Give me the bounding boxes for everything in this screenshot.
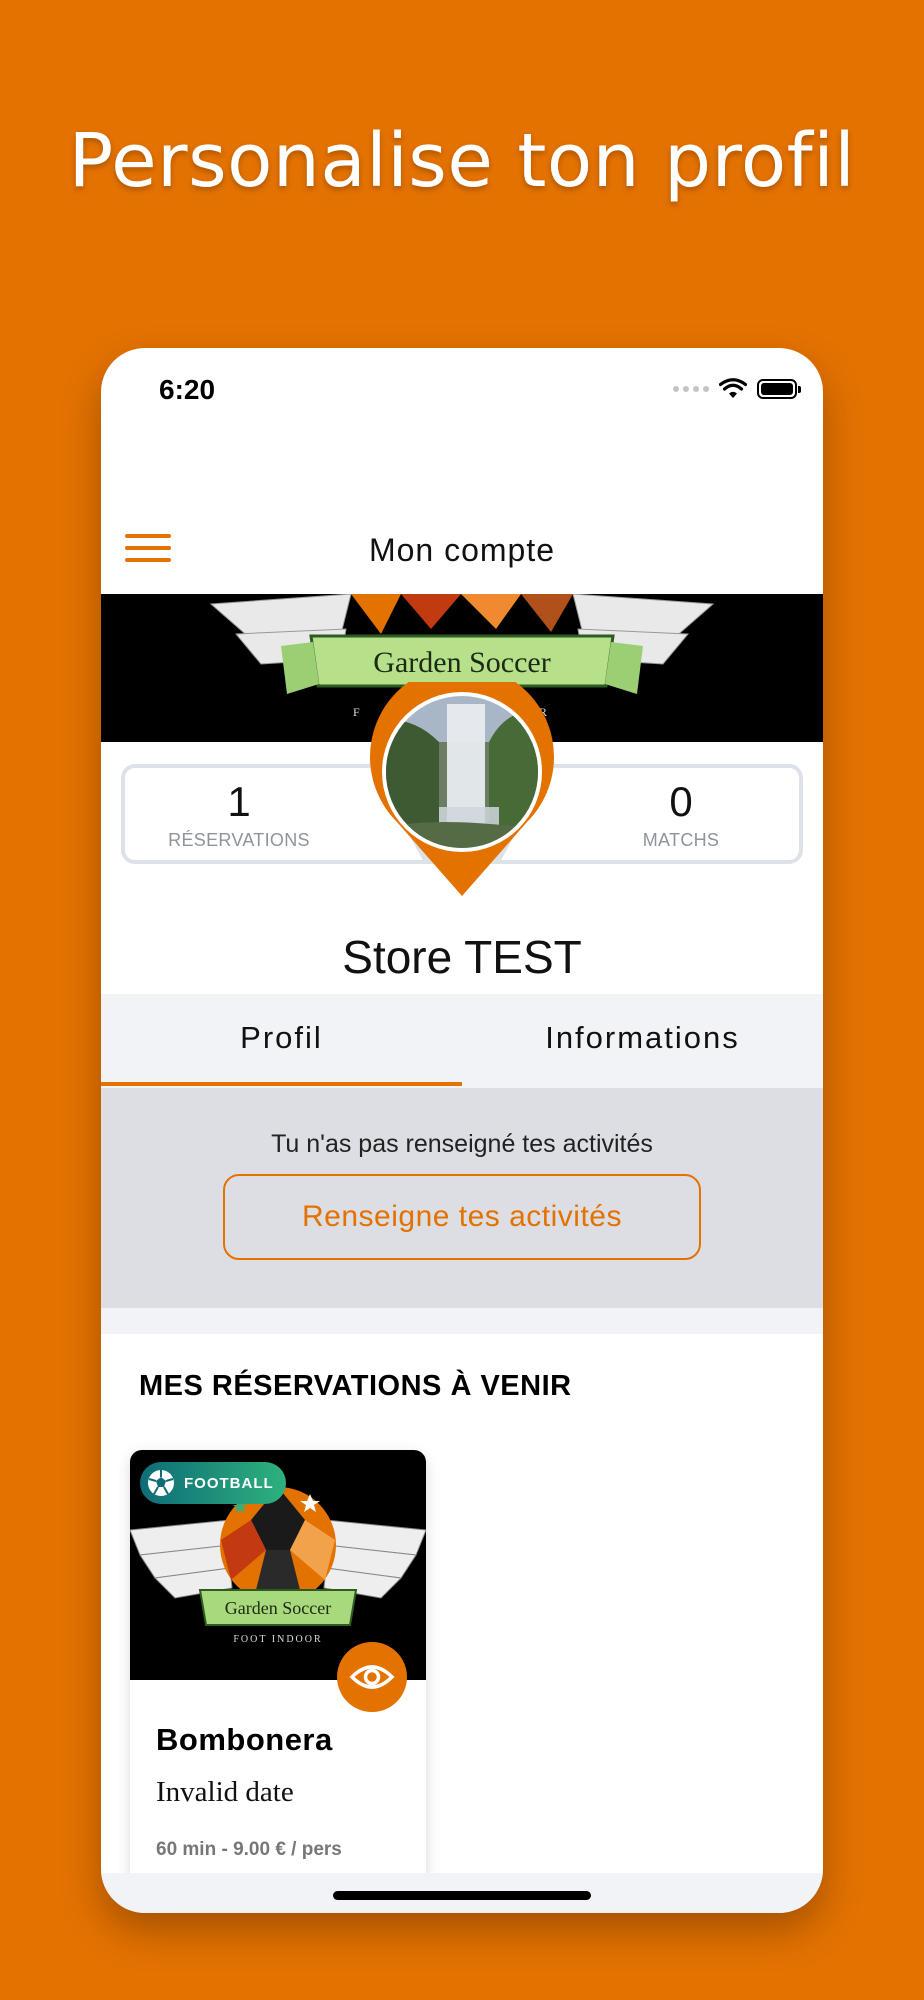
tab-profil[interactable]: Profil (101, 994, 462, 1088)
tab-informations[interactable]: Informations (462, 994, 823, 1088)
eye-icon (349, 1665, 395, 1689)
navbar: Mon compte (101, 498, 823, 593)
avatar (369, 664, 555, 896)
activities-message: Tu n'as pas renseigné tes activités (271, 1130, 653, 1158)
matches-count: 0 (669, 778, 693, 825)
stat-matches[interactable]: 0 MATCHS (581, 778, 781, 851)
booking-venue: Bombonera (156, 1722, 333, 1757)
battery-icon (757, 379, 801, 399)
fill-activities-button[interactable]: Renseigne tes activités (223, 1174, 701, 1260)
view-booking-button[interactable] (337, 1642, 407, 1712)
activities-panel: Tu n'as pas renseigné tes activités Rens… (101, 1088, 823, 1308)
booking-details: 60 min - 9.00 € / pers (156, 1839, 342, 1860)
football-icon (148, 1470, 174, 1496)
profile-name: Store TEST (342, 931, 582, 983)
status-icons (673, 378, 801, 400)
venue-logo-text: Garden Soccer (225, 1598, 331, 1618)
avatar-pin[interactable] (369, 664, 555, 902)
sport-badge: FOOTBALL (140, 1462, 286, 1504)
profile-tabs: Profil Informations (101, 994, 823, 1088)
matches-label: MATCHS (642, 830, 720, 850)
home-indicator[interactable] (333, 1891, 591, 1900)
reservations-count: 1 (227, 778, 251, 825)
status-time: 6:20 (159, 374, 216, 405)
section-title: MES RÉSERVATIONS À VENIR (139, 1370, 572, 1402)
signal-dots-icon (673, 386, 709, 392)
reservations-label: RÉSERVATIONS (168, 830, 310, 850)
wifi-icon (719, 378, 747, 398)
banner-logo-text: Garden Soccer (373, 646, 550, 679)
venue-logo-subtext: FOOT INDOOR (233, 1634, 322, 1645)
active-tab-indicator (101, 1082, 462, 1086)
sport-badge-label: FOOTBALL (184, 1474, 274, 1492)
booking-date: Invalid date (156, 1776, 294, 1808)
headline: Personalise ton profil (68, 118, 856, 204)
stat-reservations[interactable]: 1 RÉSERVATIONS (139, 778, 339, 851)
section-divider (101, 1308, 823, 1334)
page-title: Mon compte (368, 532, 556, 568)
phone-screen: 6:20 Mon compte Garden Soccer F R 1 RÉSE… (101, 348, 823, 1913)
booking-card[interactable]: Garden Soccer FOOT INDOOR FOOTBALL Bombo… (130, 1450, 426, 1890)
svg-text:F: F (353, 705, 360, 719)
